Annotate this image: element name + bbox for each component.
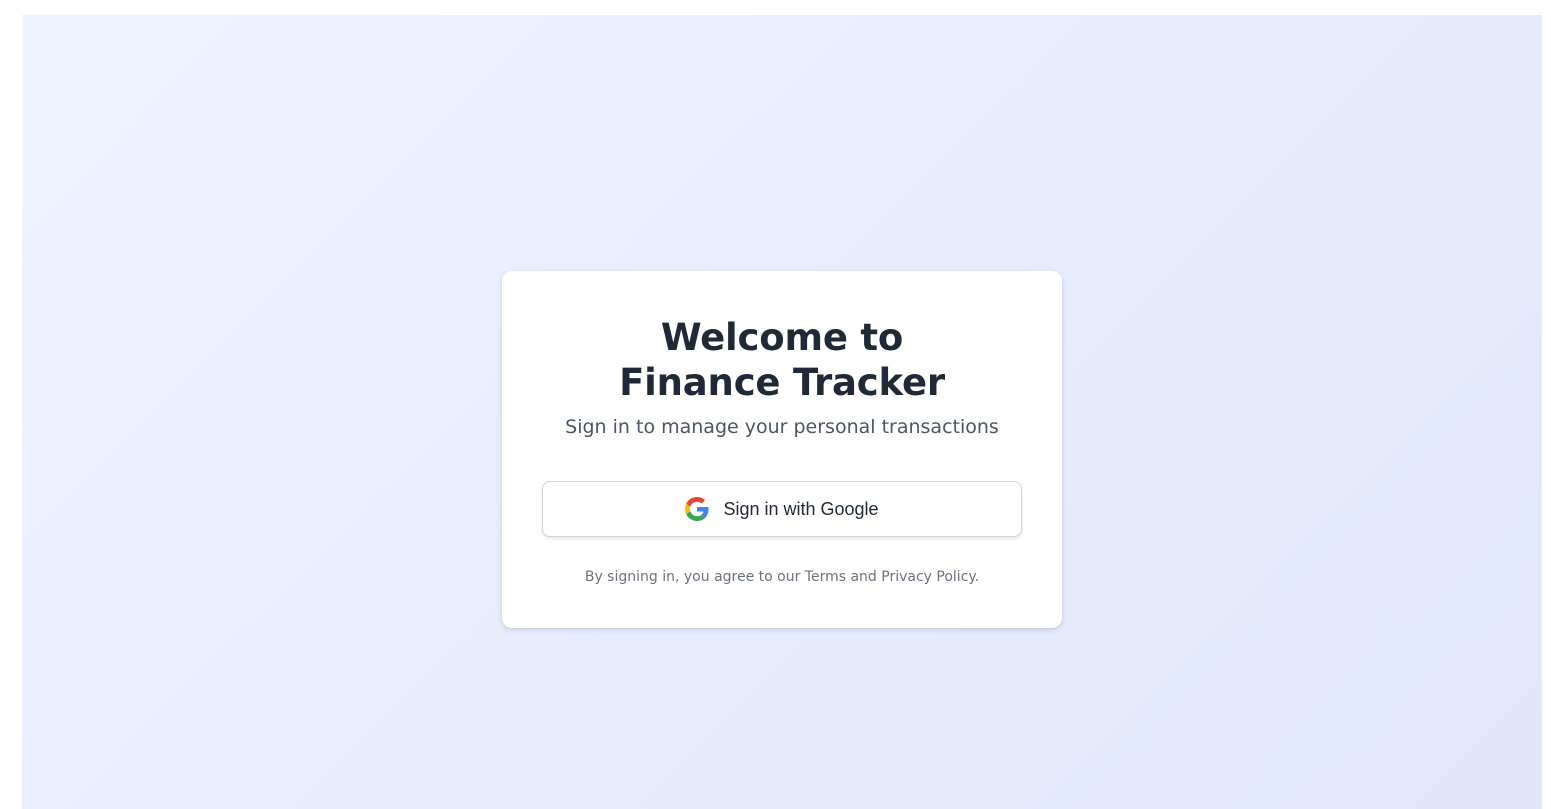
login-card: Welcome to Finance Tracker Sign in to ma… <box>502 271 1062 628</box>
page-background: Welcome to Finance Tracker Sign in to ma… <box>22 15 1542 809</box>
page-subtitle: Sign in to manage your personal transact… <box>565 416 999 438</box>
google-sign-in-button[interactable]: Sign in with Google <box>542 481 1022 537</box>
google-sign-in-label: Sign in with Google <box>723 498 879 519</box>
google-g-icon <box>685 497 709 521</box>
legal-notice: By signing in, you agree to our Terms an… <box>584 569 980 585</box>
page-title: Welcome to Finance Tracker <box>619 316 945 404</box>
